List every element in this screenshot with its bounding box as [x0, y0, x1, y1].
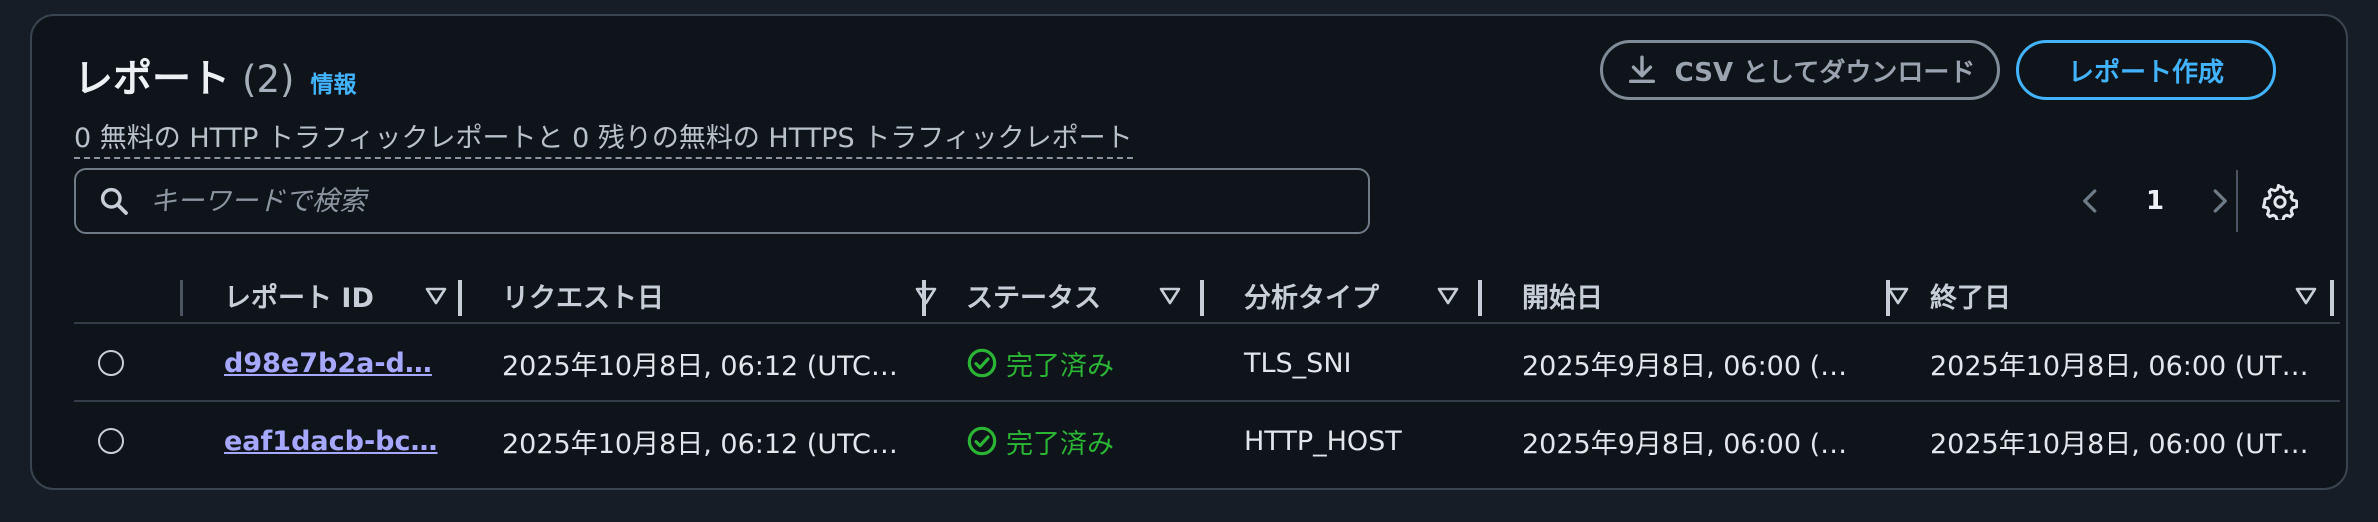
- row-select-cell: [98, 324, 124, 402]
- column-label: リクエスト日: [502, 282, 664, 314]
- row-radio[interactable]: [98, 428, 124, 454]
- report-count: (2): [242, 58, 295, 101]
- request-date-cell: 2025年10月8日, 06:12 (UTC…: [502, 428, 898, 460]
- settings-gear-icon[interactable]: [2262, 184, 2298, 220]
- column-header-status[interactable]: ステータス: [966, 266, 1226, 324]
- row-radio[interactable]: [98, 350, 124, 376]
- search-input[interactable]: [148, 184, 1332, 218]
- status-cell: 完了済み: [966, 402, 1114, 480]
- report-id-link[interactable]: d98e7b2a-d…: [224, 348, 432, 379]
- end-date-cell: 2025年10月8日, 06:00 (UT…: [1930, 428, 2309, 460]
- table-header: レポート ID リクエスト日 ステータス 分析タイプ 開始日 終了日: [74, 266, 2340, 324]
- column-header-analysis-type[interactable]: 分析タイプ: [1244, 266, 1504, 324]
- column-separator[interactable]: [1200, 280, 1204, 316]
- column-header-request-date[interactable]: リクエスト日: [502, 266, 962, 324]
- analysis-type-cell: HTTP_HOST: [1244, 425, 1402, 457]
- sort-caret-icon[interactable]: [1436, 286, 1460, 306]
- column-separator[interactable]: [2330, 280, 2334, 316]
- report-id-link[interactable]: eaf1dacb-bc…: [224, 426, 437, 457]
- column-separator: [180, 280, 183, 316]
- column-header-start-date[interactable]: 開始日: [1522, 266, 1922, 324]
- table-row: d98e7b2a-d… 2025年10月8日, 06:12 (UTC… 完了済み…: [74, 322, 2340, 402]
- status-text: 完了済み: [1006, 350, 1114, 382]
- pagination: 1: [2076, 178, 2234, 224]
- column-label: 終了日: [1930, 282, 2011, 314]
- pager-divider: [2236, 170, 2238, 232]
- analysis-type-cell: TLS_SNI: [1244, 347, 1352, 379]
- column-label: 開始日: [1522, 282, 1603, 314]
- success-check-icon: [967, 348, 997, 378]
- chevron-right-icon[interactable]: [2204, 186, 2234, 216]
- report-id-cell: d98e7b2a-d…: [224, 324, 432, 402]
- sort-caret-icon[interactable]: [424, 286, 448, 306]
- table-row: eaf1dacb-bc… 2025年10月8日, 06:12 (UTC… 完了済…: [74, 400, 2340, 480]
- free-reports-note[interactable]: 0 無料の HTTP トラフィックレポートと 0 残りの無料の HTTPS トラ…: [74, 116, 1133, 159]
- column-label: ステータス: [966, 282, 1101, 314]
- create-report-button[interactable]: レポート作成: [2016, 40, 2276, 100]
- page-number[interactable]: 1: [2146, 186, 2164, 216]
- success-check-icon: [967, 426, 997, 456]
- column-label: レポート ID: [224, 282, 374, 314]
- info-link[interactable]: 情報: [310, 65, 356, 99]
- sort-caret-icon[interactable]: [2294, 286, 2318, 306]
- column-separator[interactable]: [458, 280, 462, 316]
- header: レポート (2) 情報: [74, 48, 356, 104]
- chevron-left-icon[interactable]: [2076, 186, 2106, 216]
- column-header-report-id[interactable]: レポート ID: [224, 266, 464, 324]
- request-date-cell: 2025年10月8日, 06:12 (UTC…: [502, 350, 898, 382]
- column-header-end-date[interactable]: 終了日: [1930, 266, 2330, 324]
- create-report-label: レポート作成: [2067, 57, 2224, 88]
- report-id-cell: eaf1dacb-bc…: [224, 402, 437, 480]
- search-icon: [100, 187, 128, 215]
- column-separator[interactable]: [922, 280, 926, 316]
- status-cell: 完了済み: [966, 324, 1114, 402]
- column-label: 分析タイプ: [1244, 282, 1379, 314]
- download-icon: [1628, 55, 1655, 84]
- column-separator[interactable]: [1478, 280, 1482, 316]
- status-text: 完了済み: [1006, 428, 1114, 460]
- start-date-cell: 2025年9月8日, 06:00 (…: [1522, 350, 1848, 382]
- start-date-cell: 2025年9月8日, 06:00 (…: [1522, 428, 1848, 460]
- download-csv-button[interactable]: CSV としてダウンロード: [1600, 40, 2000, 100]
- column-separator[interactable]: [1886, 280, 1890, 316]
- search-box[interactable]: [74, 168, 1370, 234]
- page-title: レポート: [74, 57, 231, 102]
- row-select-cell: [98, 402, 124, 480]
- end-date-cell: 2025年10月8日, 06:00 (UT…: [1930, 350, 2309, 382]
- sort-caret-icon[interactable]: [914, 286, 938, 306]
- sort-caret-icon[interactable]: [1158, 286, 1182, 306]
- reports-panel: レポート (2) 情報 0 無料の HTTP トラフィックレポートと 0 残りの…: [30, 14, 2348, 490]
- download-csv-label: CSV としてダウンロード: [1674, 57, 1976, 88]
